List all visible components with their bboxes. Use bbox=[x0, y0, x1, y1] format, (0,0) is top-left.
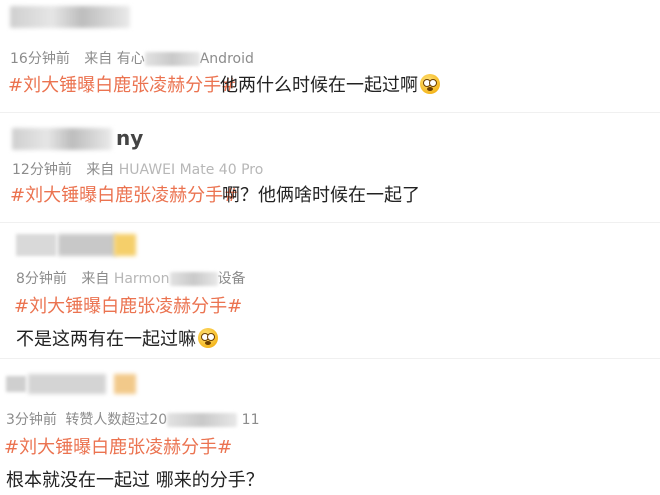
comment-item: 8分钟前 来自 Harmon 设备 #刘大锤曝白鹿张凌赫分手# 不是这两有在一起过… bbox=[0, 222, 660, 357]
comment-text: 啊？他俩啥时候在一起了 bbox=[222, 185, 420, 206]
forward-like-count-label: 转赞人数超过20 bbox=[65, 412, 168, 428]
shocked-face-icon bbox=[198, 328, 218, 348]
source-from-label: 来自 bbox=[86, 162, 115, 178]
topic-hashtag-link[interactable]: #刘大锤曝白鹿张凌赫分手# bbox=[8, 71, 236, 97]
topic-hashtag-link[interactable]: #刘大锤曝白鹿张凌赫分手# bbox=[14, 292, 242, 318]
username-tail[interactable]: ny bbox=[116, 126, 143, 150]
comment-item: 3分钟前 转赞人数超过20 11 #刘大锤曝白鹿张凌赫分手# 根本就没在一起过 … bbox=[0, 358, 660, 495]
device-source-suffix: 11 bbox=[241, 412, 260, 428]
device-source-suffix: Android bbox=[199, 51, 254, 67]
source-from-label: 来自 bbox=[81, 271, 110, 287]
source-from-label: 来自 bbox=[84, 51, 113, 67]
comment-time: 8分钟前 bbox=[16, 271, 67, 287]
username-badge-blurred bbox=[114, 234, 136, 256]
comment-item: ny 12分钟前 来自 HUAWEI Mate 40 Pro #刘大锤曝白鹿张凌… bbox=[0, 112, 660, 212]
comment-meta: 3分钟前 转赞人数超过20 11 bbox=[6, 409, 259, 429]
shocked-face-icon bbox=[420, 74, 440, 94]
avatar-blurred[interactable] bbox=[6, 376, 26, 392]
device-source-blurred bbox=[144, 52, 200, 66]
comment-body: 他两什么时候在一起过啊 bbox=[220, 75, 418, 96]
device-source-suffix: Mate 40 Pro bbox=[179, 162, 264, 178]
comment-time: 12分钟前 bbox=[12, 162, 72, 178]
comment-body: 不是这两有在一起过嘛 bbox=[16, 329, 196, 350]
username-blurred[interactable] bbox=[10, 6, 130, 28]
comment-meta: 8分钟前 来自 Harmon 设备 bbox=[16, 268, 246, 288]
device-source: Harmon bbox=[113, 271, 170, 287]
topic-hashtag-link[interactable]: #刘大锤曝白鹿张凌赫分手# bbox=[10, 181, 238, 207]
comment-meta: 12分钟前 来自 HUAWEI Mate 40 Pro bbox=[12, 159, 263, 179]
username-blurred[interactable] bbox=[28, 374, 106, 394]
avatar-blurred[interactable] bbox=[16, 234, 56, 256]
comment-time: 3分钟前 bbox=[6, 412, 57, 428]
device-source-blurred bbox=[169, 272, 218, 286]
username-blurred[interactable] bbox=[58, 234, 116, 256]
comment-meta: 16分钟前 来自 有心 Android bbox=[10, 48, 254, 68]
topic-hashtag-link[interactable]: #刘大锤曝白鹿张凌赫分手# bbox=[4, 433, 232, 459]
comment-time: 16分钟前 bbox=[10, 51, 70, 67]
device-source-suffix: 设备 bbox=[217, 271, 246, 287]
comment-item: 16分钟前 来自 有心 Android #刘大锤曝白鹿张凌赫分手# 他两什么时候在… bbox=[0, 0, 660, 100]
username-badge-blurred bbox=[114, 374, 136, 394]
comment-text: 根本就没在一起过 哪来的分手？ bbox=[6, 470, 264, 491]
comment-text: 不是这两有在一起过嘛 bbox=[16, 325, 218, 351]
device-source-blurred bbox=[167, 413, 238, 427]
device-source: 有心 bbox=[116, 51, 145, 67]
username-blurred[interactable] bbox=[12, 128, 112, 150]
comment-text: 他两什么时候在一起过啊 bbox=[220, 71, 440, 97]
device-source: HUAWEI bbox=[118, 162, 176, 178]
